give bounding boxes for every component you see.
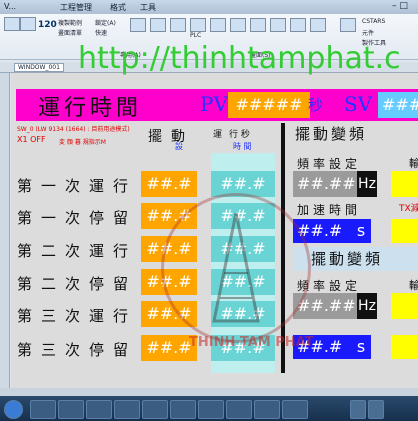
status-bar	[0, 388, 418, 396]
swing-inverter-title-2: 擺動變頻	[311, 250, 384, 268]
tab-window-001[interactable]: WINDOW_001	[14, 63, 64, 72]
tray-arrow-icon[interactable]	[330, 400, 346, 417]
left-pane	[0, 73, 10, 388]
taskbar-app-3[interactable]	[86, 400, 112, 419]
window-icon[interactable]	[210, 18, 226, 32]
subheader-time: 時 間	[233, 142, 252, 151]
taskbar-app-9[interactable]	[254, 400, 280, 419]
ribbon-item-lock[interactable]: 鎖定(A)	[95, 18, 116, 27]
ribbon-item-cstars[interactable]: CSTARS	[362, 18, 385, 25]
title-left: V...	[4, 2, 17, 11]
taskbar-app-10[interactable]	[282, 400, 308, 419]
tool-icon-3[interactable]	[130, 18, 146, 32]
taskbar	[0, 396, 418, 421]
row1-set-value[interactable]: ##.#	[141, 171, 197, 197]
header-run: 運	[213, 130, 223, 140]
row-label-2: 第一次停留	[17, 209, 138, 227]
menu-format[interactable]: 格式	[110, 2, 126, 13]
watermark-url: http://thinhtamphat.c	[78, 41, 401, 76]
window-controls-icon[interactable]: – □	[392, 1, 408, 11]
header-swing-1: 擺	[148, 129, 162, 145]
tool-icon-4[interactable]	[150, 18, 166, 32]
taskbar-app-1[interactable]	[30, 400, 56, 419]
taskbar-app-4[interactable]	[114, 400, 140, 419]
tool-icon-1[interactable]	[4, 17, 20, 31]
freq-value[interactable]: ##.##	[293, 171, 363, 197]
ribbon-item-quick[interactable]: 快速	[95, 28, 107, 37]
freq-unit-2: Hz	[357, 293, 377, 319]
right-yellow-1[interactable]	[391, 171, 418, 197]
start-button[interactable]	[4, 400, 23, 419]
menu-tools[interactable]: 工具	[140, 2, 156, 13]
online-icon[interactable]	[290, 18, 306, 32]
ribbon-item-component[interactable]: 元件	[362, 28, 374, 37]
tool-icon-2[interactable]	[20, 17, 36, 31]
ribbon-item-plc[interactable]: PLC	[190, 32, 201, 39]
sv-value[interactable]: ###	[378, 92, 418, 118]
right-cut-label-1: 輸	[409, 157, 418, 170]
line2-annotation: 変 顔 暮 規指示M	[59, 139, 106, 146]
tower-icon	[212, 213, 260, 323]
taskbar-app-7[interactable]	[198, 400, 224, 419]
network-icon[interactable]	[350, 400, 366, 419]
freq-setting-label: 頻率設定	[297, 157, 362, 171]
offline-icon[interactable]	[310, 18, 326, 32]
right-cut-label-2: TX減	[399, 204, 418, 214]
taskbar-app-6[interactable]	[170, 400, 196, 419]
pv-label: PV	[200, 92, 228, 116]
cstars-icon[interactable]	[340, 18, 356, 32]
object-icon[interactable]	[250, 18, 266, 32]
header-bar: 運行時間 PV ##### 秒 SV ###	[16, 89, 418, 121]
logo-text: THINH TAM PHAT	[189, 335, 314, 350]
switch-annotation: SW_0 (LW 9134 (1664) : 目前用途模式)	[17, 126, 130, 133]
right-yellow-3[interactable]	[391, 293, 418, 319]
row-label-3: 第二次運行	[17, 242, 138, 260]
taskbar-app-5[interactable]	[142, 400, 168, 419]
ribbon-item-copy[interactable]: 複製範例	[58, 18, 82, 27]
freq-unit: Hz	[357, 171, 377, 197]
row-label-5: 第三次運行	[17, 307, 138, 325]
hmi-screen: 運行時間 PV ##### 秒 SV ### SW_0 (LW 9134 (16…	[11, 73, 418, 388]
accel-unit: s	[351, 219, 371, 243]
accel-unit-2: s	[351, 335, 371, 359]
row-label-1: 第一次運行	[17, 177, 138, 195]
header-run-sec: 行 秒	[229, 130, 250, 140]
draw-icon[interactable]	[230, 18, 246, 32]
taskbar-app-2[interactable]	[58, 400, 84, 419]
right-yellow-2[interactable]	[391, 219, 418, 243]
pv-unit: 秒	[308, 96, 324, 114]
x1-off-annotation: X1 OFF	[17, 135, 46, 144]
sv-label: SV	[344, 92, 373, 116]
plc-icon[interactable]	[190, 18, 206, 32]
title-project[interactable]: 工程管理	[60, 2, 92, 13]
volume-icon[interactable]	[368, 400, 384, 419]
subheader-set: 設	[175, 142, 183, 151]
view-icon[interactable]	[270, 18, 286, 32]
swing-inverter-title: 擺動變頻	[295, 125, 368, 143]
runtime-title: 運行時間	[38, 96, 143, 121]
taskbar-app-8[interactable]	[226, 400, 252, 419]
zoom-value[interactable]: 120	[38, 20, 57, 30]
right-yellow-4[interactable]	[391, 335, 418, 359]
tool-icon-5[interactable]	[170, 18, 186, 32]
row-label-6: 第三次停留	[17, 341, 138, 359]
right-cut-label-3: 輸	[409, 279, 418, 292]
ribbon-item-screen-list[interactable]: 畫面清單	[58, 28, 82, 37]
pv-value[interactable]: #####	[228, 92, 310, 118]
row-label-4: 第二次停留	[17, 275, 138, 293]
title-bar: V... 工程管理 格式 工具 – □	[0, 0, 418, 14]
accel-time-label: 加速時間	[297, 203, 362, 217]
